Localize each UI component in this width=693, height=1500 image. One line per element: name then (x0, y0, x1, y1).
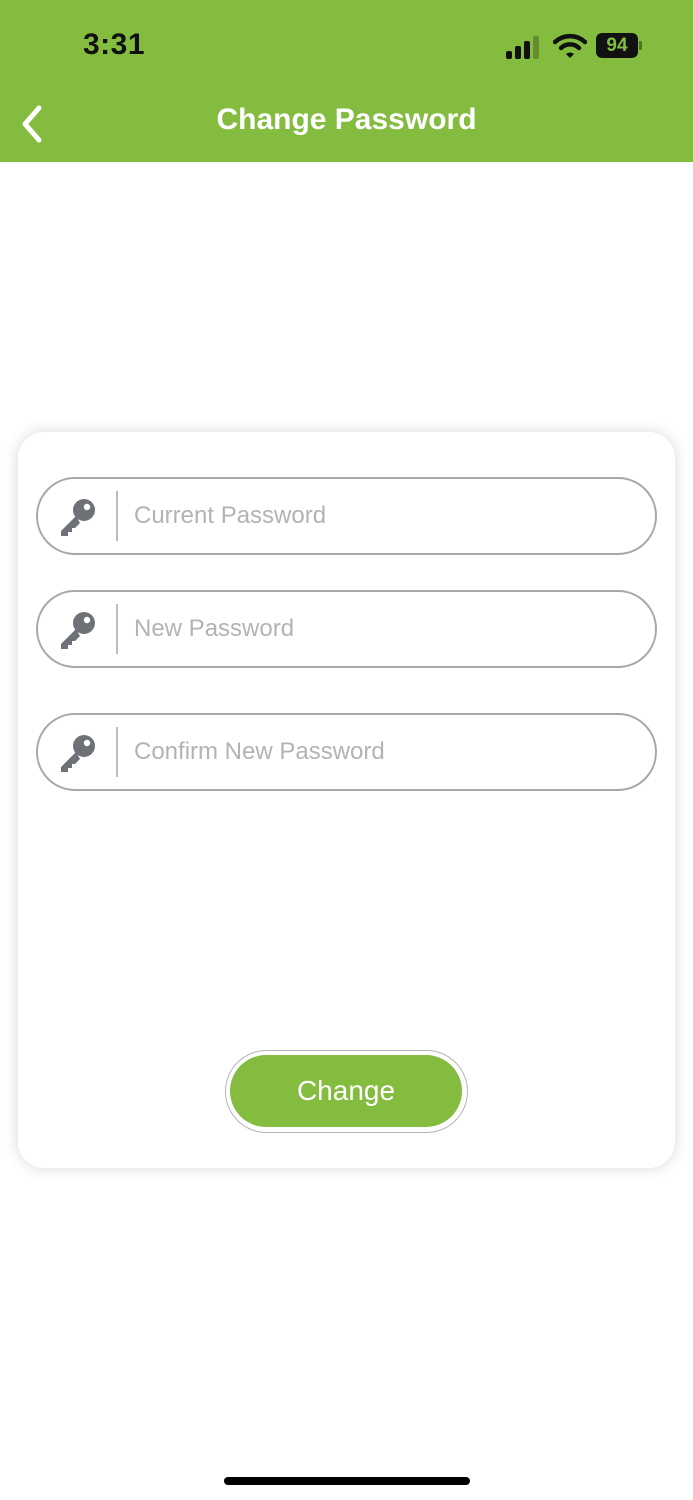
key-icon (61, 735, 95, 772)
status-time: 3:31 (83, 28, 146, 61)
field-divider (116, 604, 118, 654)
password-form-card: Change (18, 432, 675, 1168)
page-title: Change Password (216, 103, 477, 136)
app-header: 3:31 94 Change Password (0, 0, 693, 162)
change-button-ring: Change (225, 1050, 468, 1133)
battery-level: 94 (606, 35, 628, 56)
key-icon (61, 612, 95, 649)
new-password-field (36, 590, 657, 668)
confirm-password-input[interactable] (134, 715, 634, 789)
current-password-field (36, 477, 657, 555)
change-button[interactable]: Change (230, 1055, 462, 1127)
confirm-password-field (36, 713, 657, 791)
new-password-input[interactable] (134, 592, 634, 666)
battery-indicator: 94 (596, 33, 642, 58)
key-icon (61, 499, 95, 536)
field-divider (116, 491, 118, 541)
change-password-screen: 3:31 94 Change Password Change (0, 0, 693, 1500)
current-password-input[interactable] (134, 479, 634, 553)
home-indicator[interactable] (224, 1477, 470, 1485)
wifi-icon (552, 33, 588, 59)
field-divider (116, 727, 118, 777)
cellular-signal-icon (506, 33, 542, 59)
